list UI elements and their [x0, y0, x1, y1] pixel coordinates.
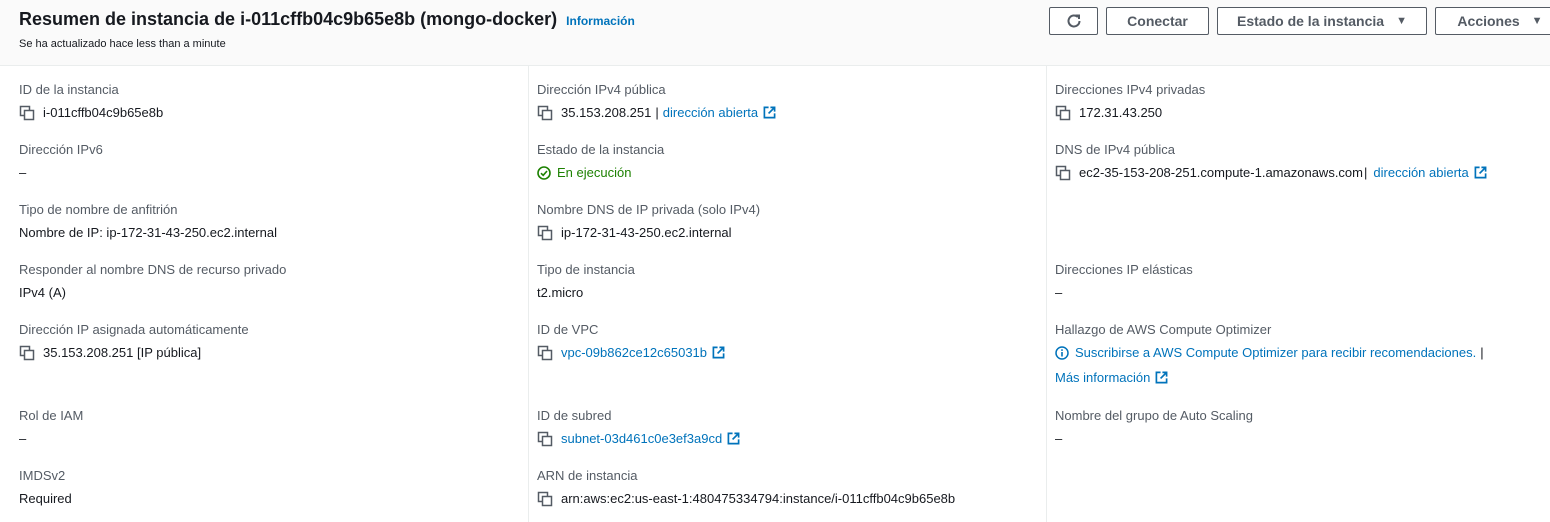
arn-value: arn:aws:ec2:us-east-1:480475334794:insta… — [561, 491, 956, 506]
field-instance-state: Estado de la instancia En ejecución — [537, 142, 664, 181]
field-label: Dirección IPv4 pública — [537, 82, 666, 97]
hostname-type-value: Nombre de IP: ip-172-31-43-250.ec2.inter… — [19, 225, 277, 240]
public-dns-value: ec2-35-153-208-251.compute-1.amazonaws.c… — [1079, 165, 1363, 180]
instance-state-dropdown-label: Estado de la instancia — [1237, 13, 1385, 29]
field-compute-optimizer: Hallazgo de AWS Compute Optimizer Suscri… — [1055, 322, 1488, 386]
subnet-id-link[interactable]: subnet-03d461c0e3ef3a9cd — [561, 430, 722, 447]
field-iam-role: Rol de IAM – — [19, 408, 83, 447]
column-divider — [528, 66, 529, 522]
auto-ip-value: 35.153.208.251 [IP pública] — [43, 345, 202, 360]
copy-icon[interactable] — [537, 105, 553, 121]
field-private-ipv4: Direcciones IPv4 privadas 172.31.43.250 — [1055, 82, 1205, 121]
optimizer-subscribe-link[interactable]: Suscribirse a AWS Compute Optimizer para… — [1075, 344, 1476, 361]
copy-icon[interactable] — [537, 225, 553, 241]
field-auto-scaling-group: Nombre del grupo de Auto Scaling – — [1055, 408, 1253, 447]
external-link-icon — [1155, 371, 1168, 384]
column-divider — [1046, 66, 1047, 522]
field-label: Nombre DNS de IP privada (solo IPv4) — [537, 202, 761, 217]
copy-icon[interactable] — [537, 491, 553, 507]
field-public-ipv4: Dirección IPv4 pública 35.153.208.251 | … — [537, 82, 776, 121]
field-label: Dirección IPv6 — [19, 142, 103, 157]
external-link-icon — [1474, 166, 1487, 179]
field-label: IMDSv2 — [19, 468, 66, 483]
imdsv2-value: Required — [19, 491, 72, 506]
field-subnet-id: ID de subred subnet-03d461c0e3ef3a9cd — [537, 408, 740, 447]
field-label: Responder al nombre DNS de recurso priva… — [19, 262, 287, 277]
copy-icon[interactable] — [1055, 165, 1071, 181]
private-dns-value: ip-172-31-43-250.ec2.internal — [561, 225, 732, 240]
open-address-link[interactable]: dirección abierta — [663, 104, 758, 121]
field-label: Tipo de instancia — [537, 262, 635, 277]
field-private-dns: Nombre DNS de IP privada (solo IPv4) ip-… — [537, 202, 760, 241]
iam-role-value: – — [19, 431, 27, 446]
field-vpc-id: ID de VPC vpc-09b862ce12c65031b — [537, 322, 725, 361]
copy-icon[interactable] — [19, 345, 35, 361]
check-circle-icon — [537, 165, 551, 180]
info-link[interactable]: Información — [566, 14, 635, 28]
field-label: ARN de instancia — [537, 468, 638, 483]
field-label: Direcciones IPv4 privadas — [1055, 82, 1206, 97]
field-label: ID de VPC — [537, 322, 599, 337]
field-instance-id: ID de la instancia i-011cffb04c9b65e8b — [19, 82, 163, 121]
field-hostname-type: Tipo de nombre de anfitrión Nombre de IP… — [19, 202, 277, 241]
asg-value: – — [1055, 431, 1063, 446]
copy-icon[interactable] — [537, 431, 553, 447]
caret-down-icon: ▼ — [1396, 15, 1407, 27]
connect-button[interactable]: Conectar — [1106, 7, 1209, 35]
field-label: DNS de IPv4 pública — [1055, 142, 1175, 157]
elastic-ip-value: – — [1055, 285, 1063, 300]
separator: | — [1364, 165, 1368, 180]
external-link-icon — [763, 106, 776, 119]
instance-id-value: i-011cffb04c9b65e8b — [43, 105, 164, 120]
info-circle-icon — [1055, 345, 1069, 360]
field-label: Rol de IAM — [19, 408, 84, 423]
private-dns-answer-value: IPv4 (A) — [19, 285, 66, 300]
field-label: Direcciones IP elásticas — [1055, 262, 1193, 277]
field-private-dns-answer: Responder al nombre DNS de recurso priva… — [19, 262, 286, 301]
field-arn: ARN de instancia arn:aws:ec2:us-east-1:4… — [537, 468, 955, 507]
field-public-dns: DNS de IPv4 pública ec2-35-153-208-251.c… — [1055, 142, 1487, 181]
page-header: Resumen de instancia de i-011cffb04c9b65… — [0, 0, 1550, 66]
more-info-link[interactable]: Más información — [1055, 369, 1150, 386]
copy-icon[interactable] — [1055, 105, 1071, 121]
field-label: Dirección IP asignada automáticamente — [19, 322, 249, 337]
field-imdsv2: IMDSv2 Required — [19, 468, 72, 507]
public-ipv4-value: 35.153.208.251 — [561, 105, 652, 120]
field-elastic-ip: Direcciones IP elásticas – — [1055, 262, 1193, 301]
field-label: Hallazgo de AWS Compute Optimizer — [1055, 322, 1272, 337]
actions-dropdown[interactable]: Acciones ▼ — [1435, 7, 1550, 35]
caret-down-icon: ▼ — [1531, 15, 1543, 27]
actions-dropdown-label: Acciones — [1457, 13, 1520, 29]
ipv6-value: – — [19, 165, 27, 180]
last-updated-text: Se ha actualizado hace less than a minut… — [19, 38, 226, 50]
field-label: ID de subred — [537, 408, 612, 423]
private-ipv4-value: 172.31.43.250 — [1079, 105, 1163, 120]
page-title: Resumen de instancia de i-011cffb04c9b65… — [19, 9, 558, 29]
copy-icon[interactable] — [19, 105, 35, 121]
vpc-id-link[interactable]: vpc-09b862ce12c65031b — [561, 344, 707, 361]
instance-type-value: t2.micro — [537, 285, 584, 300]
field-auto-ip: Dirección IP asignada automáticamente 35… — [19, 322, 249, 361]
connect-button-label: Conectar — [1127, 13, 1188, 29]
external-link-icon — [712, 346, 725, 359]
field-instance-type: Tipo de instancia t2.micro — [537, 262, 635, 301]
title-row: Resumen de instancia de i-011cffb04c9b65… — [19, 9, 635, 30]
instance-state-value: En ejecución — [557, 165, 632, 180]
field-label: Tipo de nombre de anfitrión — [19, 202, 178, 217]
field-label: ID de la instancia — [19, 82, 119, 97]
refresh-icon — [1067, 14, 1080, 28]
copy-icon[interactable] — [537, 345, 553, 361]
external-link-icon — [727, 432, 740, 445]
field-label: Estado de la instancia — [537, 142, 665, 157]
instance-state-dropdown[interactable]: Estado de la instancia ▼ — [1217, 7, 1427, 35]
refresh-button[interactable] — [1049, 7, 1098, 35]
field-label: Nombre del grupo de Auto Scaling — [1055, 408, 1254, 423]
open-address-link[interactable]: dirección abierta — [1373, 164, 1468, 181]
separator: | — [655, 105, 659, 120]
field-ipv6: Dirección IPv6 – — [19, 142, 103, 181]
separator: | — [1480, 345, 1484, 360]
